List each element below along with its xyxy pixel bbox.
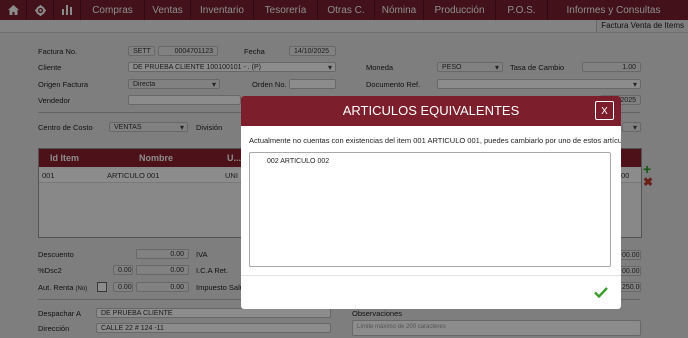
equivalent-items-dialog: ARTICULOS EQUIVALENTES X Actualmente no …	[241, 96, 621, 309]
list-item[interactable]: 002 ARTICULO 002	[267, 158, 329, 165]
dialog-title: ARTICULOS EQUIVALENTES	[342, 103, 520, 118]
dialog-message: Actualmente no cuentas con existencias d…	[249, 136, 621, 145]
dialog-header: ARTICULOS EQUIVALENTES X	[241, 96, 621, 126]
close-icon[interactable]: X	[595, 101, 614, 120]
check-icon[interactable]	[594, 285, 608, 301]
dialog-footer-divider	[241, 275, 621, 276]
equivalent-items-list: 002 ARTICULO 002	[249, 152, 611, 267]
